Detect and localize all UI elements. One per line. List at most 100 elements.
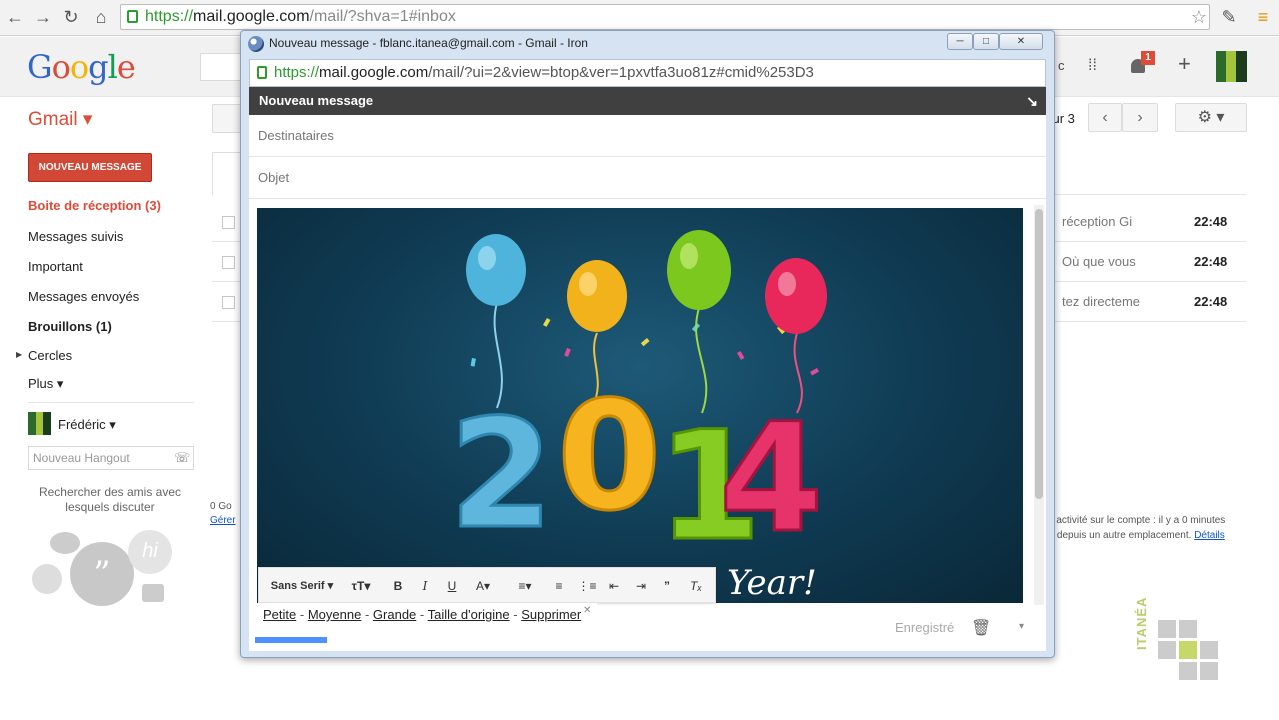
select-checkbox-button[interactable] — [212, 104, 242, 133]
watermark-text: ITANÉA — [1134, 596, 1149, 650]
activity-footer: e activité sur le compte : il y a 0 minu… — [1048, 513, 1278, 543]
storage-footer: 0 Go Gérer — [210, 500, 236, 528]
bold-icon[interactable]: B — [389, 577, 407, 595]
star-icon[interactable]: ☆ — [1188, 6, 1210, 28]
close-size-bar-icon[interactable]: ✕ — [583, 599, 591, 623]
numbered-list-icon[interactable]: ≡ — [549, 577, 569, 595]
prev-page-button[interactable]: ‹ — [1088, 103, 1122, 132]
popup-url-protocol: https:// — [274, 64, 320, 81]
sidebar-item-drafts[interactable]: Brouillons (1) — [28, 319, 112, 334]
window-title: Nouveau message - fblanc.itanea@gmail.co… — [269, 36, 588, 50]
pop-in-arrow-icon[interactable]: ↘ — [1026, 87, 1038, 115]
sidebar-item-sent[interactable]: Messages envoyés — [28, 289, 139, 304]
indent-less-icon[interactable]: ⇤ — [604, 577, 624, 595]
sidebar-item-starred[interactable]: Messages suivis — [28, 229, 123, 244]
compose-button[interactable]: NOUVEAU MESSAGE — [28, 153, 152, 182]
sidebar-item-circles[interactable]: Cercles — [28, 348, 72, 363]
reload-icon[interactable]: ↻ — [60, 6, 82, 28]
url-protocol: https:// — [145, 8, 194, 25]
trash-icon[interactable]: 🗑 — [971, 618, 991, 638]
indent-more-icon[interactable]: ⇥ — [631, 577, 651, 595]
sidebar-item-more[interactable]: Plus ▾ — [28, 376, 63, 392]
maximize-button[interactable]: □ — [973, 33, 999, 50]
notification-count: 1 — [1141, 51, 1155, 65]
row-checkbox[interactable] — [222, 216, 235, 229]
lock-icon — [257, 66, 267, 79]
scroll-thumb[interactable] — [1035, 209, 1043, 499]
activity-text: e activité sur le compte : il y a 0 minu… — [1048, 515, 1226, 526]
settings-gear-icon[interactable]: ⚙ ▾ — [1175, 103, 1247, 132]
new-year-illustration: 2 0 1 4 — [448, 230, 827, 576]
digit-2: 2 — [449, 388, 553, 562]
bulleted-list-icon[interactable]: ⋮≡ — [577, 577, 597, 595]
email-snippet: Où que vous — [1062, 254, 1136, 269]
email-snippet: réception Gi — [1062, 214, 1133, 229]
manage-link[interactable]: Gérer — [210, 514, 236, 528]
image-size-bar: Petite - Moyenne - Grande - Taille d'ori… — [257, 603, 597, 627]
text-color-icon[interactable]: A▾ — [469, 577, 497, 595]
email-snippet: tez directeme — [1062, 294, 1141, 309]
back-icon[interactable]: ← — [4, 6, 26, 28]
notifications-icon[interactable]: 1 — [1128, 51, 1155, 77]
expand-arrow-icon[interactable]: ▶ — [16, 350, 22, 359]
remove-format-icon[interactable]: Tₓ — [685, 577, 707, 595]
url-host: mail.google.com — [193, 8, 310, 25]
font-family-select[interactable]: Sans Serif ▾ — [267, 577, 337, 595]
sidebar-item-inbox[interactable]: Boite de réception (3) — [28, 198, 161, 213]
address-bar[interactable]: https://mail.google.com/mail/?shva=1#inb… — [120, 4, 1210, 30]
send-button-edge[interactable] — [255, 637, 327, 643]
phone-icon[interactable]: ☏ — [174, 450, 190, 466]
remove-image-link[interactable]: Supprimer — [521, 607, 581, 622]
size-medium-link[interactable]: Moyenne — [308, 607, 361, 622]
sidebar-item-important[interactable]: Important — [28, 259, 83, 274]
popup-url-host: mail.google.com — [319, 64, 429, 81]
recipients-field[interactable]: Destinataires — [249, 115, 1046, 157]
new-year-image[interactable]: 2 0 1 4 Year! — [257, 208, 1023, 603]
italic-icon[interactable]: I — [416, 577, 434, 595]
share-plus-icon[interactable]: + — [1178, 51, 1191, 77]
next-page-button[interactable]: › — [1122, 103, 1158, 132]
apps-grid-icon[interactable]: ⁞⁞ — [1088, 57, 1106, 75]
hangout-hint: Rechercher des amis avec lesquels discut… — [38, 485, 182, 514]
row-checkbox[interactable] — [222, 296, 235, 309]
header-partial-text: c — [1058, 58, 1065, 73]
row-checkbox[interactable] — [222, 256, 235, 269]
email-time: 22:48 — [1194, 294, 1228, 309]
gmail-menu-label[interactable]: Gmail ▾ — [28, 108, 92, 131]
minimize-button[interactable]: ─ — [947, 33, 973, 50]
align-icon[interactable]: ≡▾ — [509, 577, 541, 595]
quote-icon[interactable]: ” — [657, 577, 677, 595]
compose-body: Destinataires Objet 2 0 1 4 Year! Sans S… — [249, 115, 1046, 651]
font-family-label: Sans Serif — [270, 580, 325, 592]
size-original-link[interactable]: Taille d'origine — [428, 607, 510, 622]
formatting-toolbar: Sans Serif ▾ τT▾ B I U A▾ ≡▾ ≡ ⋮≡ ⇤ ⇥ ” … — [258, 567, 716, 603]
size-large-link[interactable]: Grande — [373, 607, 416, 622]
browser-window-icon — [248, 36, 264, 52]
compose-header: Nouveau message ↘ — [249, 87, 1046, 115]
digit-4: 4 — [719, 392, 823, 566]
hangout-input[interactable]: Nouveau Hangout — [28, 446, 194, 470]
itanea-watermark: ITANÉA — [1134, 597, 1225, 715]
compose-title: Nouveau message — [259, 93, 374, 108]
email-time: 22:48 — [1194, 214, 1228, 229]
activity-text-2: rt depuis un autre emplacement. — [1048, 530, 1192, 541]
popup-address-bar: https://mail.google.com/mail/?ui=2&view=… — [249, 59, 1046, 87]
underline-icon[interactable]: U — [443, 577, 461, 595]
popup-url-path: /mail/?ui=2&view=btop&ver=1pxvtfa3uo81z#… — [428, 64, 814, 81]
size-small-link[interactable]: Petite — [263, 607, 296, 622]
details-link[interactable]: Détails — [1194, 530, 1225, 541]
menu-icon[interactable]: ≡ — [1252, 6, 1274, 28]
google-logo[interactable]: Google — [27, 48, 136, 86]
forward-icon[interactable]: → — [32, 6, 54, 28]
extension-icon[interactable]: ✎ — [1218, 6, 1240, 28]
user-name[interactable]: Frédéric ▾ — [58, 417, 116, 433]
digit-0: 0 — [557, 370, 661, 544]
compose-scrollbar[interactable] — [1034, 205, 1044, 605]
close-window-button[interactable]: ✕ — [999, 33, 1043, 50]
home-icon[interactable]: ⌂ — [90, 6, 112, 28]
email-time: 22:48 — [1194, 254, 1228, 269]
profile-avatar[interactable] — [1216, 51, 1247, 82]
more-options-icon[interactable]: ▾ — [1019, 621, 1024, 632]
font-size-icon[interactable]: τT▾ — [347, 577, 375, 595]
subject-field[interactable]: Objet — [249, 157, 1046, 199]
